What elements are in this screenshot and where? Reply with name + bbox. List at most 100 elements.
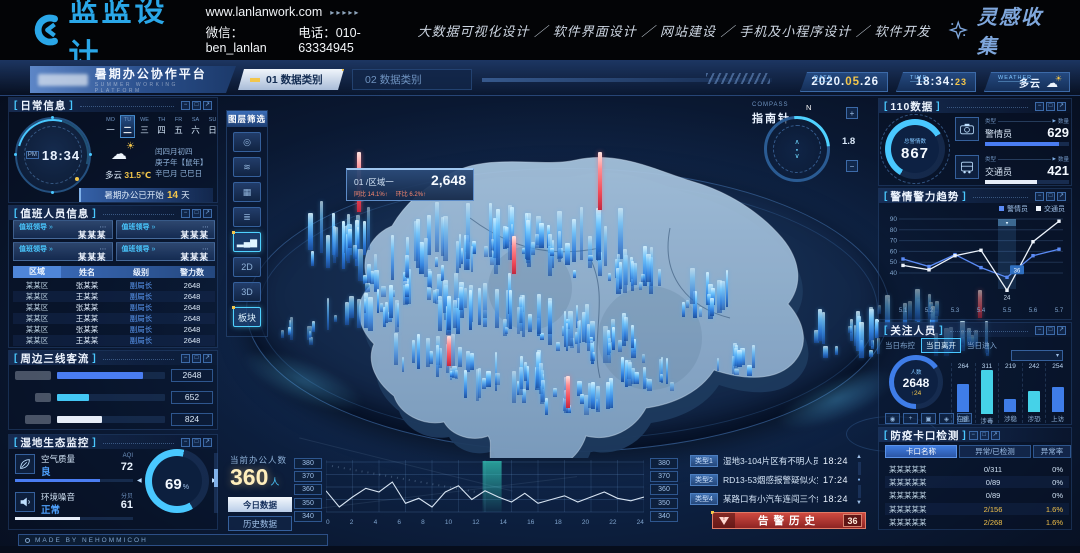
weekday-cell[interactable]: TU二 (120, 115, 135, 138)
window-icon[interactable]: □ (1046, 102, 1055, 111)
minimize-icon[interactable]: − (1035, 326, 1044, 335)
lunar-calendar: 闰四月初四庚子年【鼠年】辛巳月 己巳日 (155, 146, 208, 179)
minimize-icon[interactable]: − (969, 431, 978, 440)
today-data-button[interactable]: 今日数据 (228, 497, 292, 512)
minimize-icon[interactable]: − (181, 209, 190, 218)
focus-bar-column[interactable]: 254上访 (1045, 363, 1069, 423)
checkpoint-col-header[interactable]: 异常率 (1033, 445, 1071, 458)
duty-table-row[interactable]: 某某区张某某副局长2648 (13, 280, 215, 291)
alert-row[interactable]: 类型1湿地3-104片区有不明人员闯入18:24 (690, 454, 848, 468)
site-url[interactable]: www.lanlanwork.com (206, 5, 323, 19)
weekday-cell[interactable]: WE三 (137, 115, 152, 138)
window-icon[interactable]: □ (192, 438, 201, 447)
arrow-left-icon[interactable]: ◀ (137, 477, 142, 484)
zoom-out-button[interactable]: − (846, 160, 858, 172)
checkpoint-row[interactable]: 某某某某某0/890% (885, 490, 1069, 502)
window-icon[interactable]: □ (192, 209, 201, 218)
minimize-icon[interactable]: − (181, 354, 190, 363)
focus-bar-column[interactable]: 242涉恐 (1022, 363, 1046, 423)
window-icon[interactable]: □ (192, 101, 201, 110)
tab-data-category-1[interactable]: 01 数据类别 (238, 69, 344, 90)
duty-table-row[interactable]: 某某区王某某副局长2648 (13, 313, 215, 324)
minimize-icon[interactable]: − (1035, 102, 1044, 111)
checkpoint-row[interactable]: 某某某某某2/2681.6% (885, 517, 1069, 529)
tool-icon[interactable]: ◉ (885, 413, 900, 424)
window-icon[interactable]: □ (192, 354, 201, 363)
weekday-cell[interactable]: FR五 (171, 115, 186, 138)
compass-dial[interactable]: ∧●∨ (764, 116, 830, 182)
flow-row: 652 (15, 391, 213, 403)
checkpoint-row[interactable]: 某某某某某2/1561.6% (885, 503, 1069, 515)
duty-col-header[interactable]: 区域 (13, 266, 61, 278)
y-axis-tick: 370 (294, 471, 322, 482)
minimize-icon[interactable]: − (1035, 192, 1044, 201)
window-icon[interactable]: □ (1046, 326, 1055, 335)
duty-col-header[interactable]: 警力数 (169, 267, 215, 278)
window-icon[interactable]: □ (1046, 192, 1055, 201)
expand-icon[interactable]: ↗ (203, 101, 212, 110)
tab-data-category-2[interactable]: 02 数据类别 (352, 69, 472, 90)
duty-col-header[interactable]: 级别 (113, 267, 169, 278)
svg-text:90: 90 (890, 216, 898, 223)
minimize-icon[interactable]: − (181, 438, 190, 447)
duty-leader-card[interactable]: 值班领导»⋯某某某 (13, 220, 113, 239)
alert-scrollbar[interactable]: ▲ ● ▼ (854, 454, 864, 506)
tab-daily-enter[interactable]: 当日进入 (967, 340, 997, 351)
weekday-cell[interactable]: MO一 (103, 115, 118, 138)
inspiration-collect[interactable]: 灵感收集 (948, 1, 1052, 59)
history-data-button[interactable]: 历史数据 (228, 516, 292, 531)
expand-icon[interactable]: ↗ (203, 209, 212, 218)
duty-table-row[interactable]: 某某区王某某副局长2648 (13, 291, 215, 302)
weekday-cell[interactable]: SU日 (205, 115, 220, 138)
alert-row[interactable]: 类型4某路口有小汽车连闯三个红灯18:24 (690, 492, 848, 506)
window-controls: −□↗ (969, 431, 1000, 440)
expand-icon[interactable]: ↗ (1057, 192, 1066, 201)
zoom-in-button[interactable]: + (846, 107, 858, 119)
duty-table-row[interactable]: 某某区张某某副局长2648 (13, 302, 215, 313)
duty-leader-card[interactable]: 值班领导»⋯某某某 (116, 242, 216, 261)
weekday-cell[interactable]: SA六 (188, 115, 203, 138)
focus-bar-column[interactable]: 264在逃 (951, 363, 975, 423)
layer-button-radar[interactable]: ≋ (233, 157, 261, 177)
tab-daily-watch[interactable]: 当日布控 (885, 340, 915, 351)
duty-table-row[interactable]: 某某区王某某副局长2648 (13, 335, 215, 346)
checkpoint-row[interactable]: 某某某某某0/890% (885, 476, 1069, 488)
layer-button-mode-3d[interactable]: 3D (233, 282, 261, 302)
window-icon[interactable]: □ (980, 431, 989, 440)
layer-button-bar-chart[interactable]: ▂▄▆ (233, 232, 261, 252)
scroll-thumb-icon[interactable]: ● (857, 477, 860, 483)
tab-daily-leave[interactable]: 当日离开 (921, 338, 961, 353)
minimize-icon[interactable]: − (181, 101, 190, 110)
duty-table-row[interactable]: 某某区张某某副局长2648 (13, 324, 215, 335)
checkpoint-row[interactable]: 某某某某某0/3110% (885, 463, 1069, 475)
duty-leader-card[interactable]: 值班领导»⋯某某某 (116, 220, 216, 239)
tool-icon[interactable]: ▣ (921, 413, 936, 424)
tool-icon[interactable]: + (903, 413, 918, 424)
weekday-cn: 二 (123, 124, 132, 136)
time-seconds: 23 (955, 77, 967, 87)
focus-filter-select[interactable]: ▾ (1011, 350, 1063, 361)
eco-scrollbar[interactable] (214, 453, 218, 513)
duty-leader-card[interactable]: 值班领导»⋯某某某 (13, 242, 113, 261)
focus-bar-column[interactable]: 311涉毒 (975, 363, 999, 423)
expand-icon[interactable]: ↗ (203, 438, 212, 447)
alert-history-banner[interactable]: ! 告警历史 36 (712, 512, 866, 529)
scroll-down-icon[interactable]: ▼ (856, 500, 862, 506)
flow-label-redacted (15, 371, 51, 380)
duty-col-header[interactable]: 姓名 (61, 267, 113, 278)
expand-icon[interactable]: ↗ (991, 431, 1000, 440)
checkpoint-col-header[interactable]: 异常/已检测 (959, 445, 1031, 458)
layer-button-deploy[interactable]: ▦ (233, 182, 261, 202)
checkpoint-col-header[interactable]: 卡口名称 (885, 445, 957, 458)
expand-icon[interactable]: ↗ (1057, 102, 1066, 111)
alert-row[interactable]: 类型2RD13-53烟感报警疑似火灾17:24 (690, 473, 848, 487)
layer-button-poi[interactable]: ◎ (233, 132, 261, 152)
layer-button-list[interactable]: ≣ (233, 207, 261, 227)
layer-button-sectors[interactable]: 板块 (233, 307, 261, 327)
layer-button-mode-2d[interactable]: 2D (233, 257, 261, 277)
expand-icon[interactable]: ↗ (1057, 326, 1066, 335)
weekday-cell[interactable]: TH四 (154, 115, 169, 138)
expand-icon[interactable]: ↗ (203, 354, 212, 363)
focus-bar-column[interactable]: 219涉稳 (998, 363, 1022, 423)
scroll-up-icon[interactable]: ▲ (856, 454, 862, 460)
